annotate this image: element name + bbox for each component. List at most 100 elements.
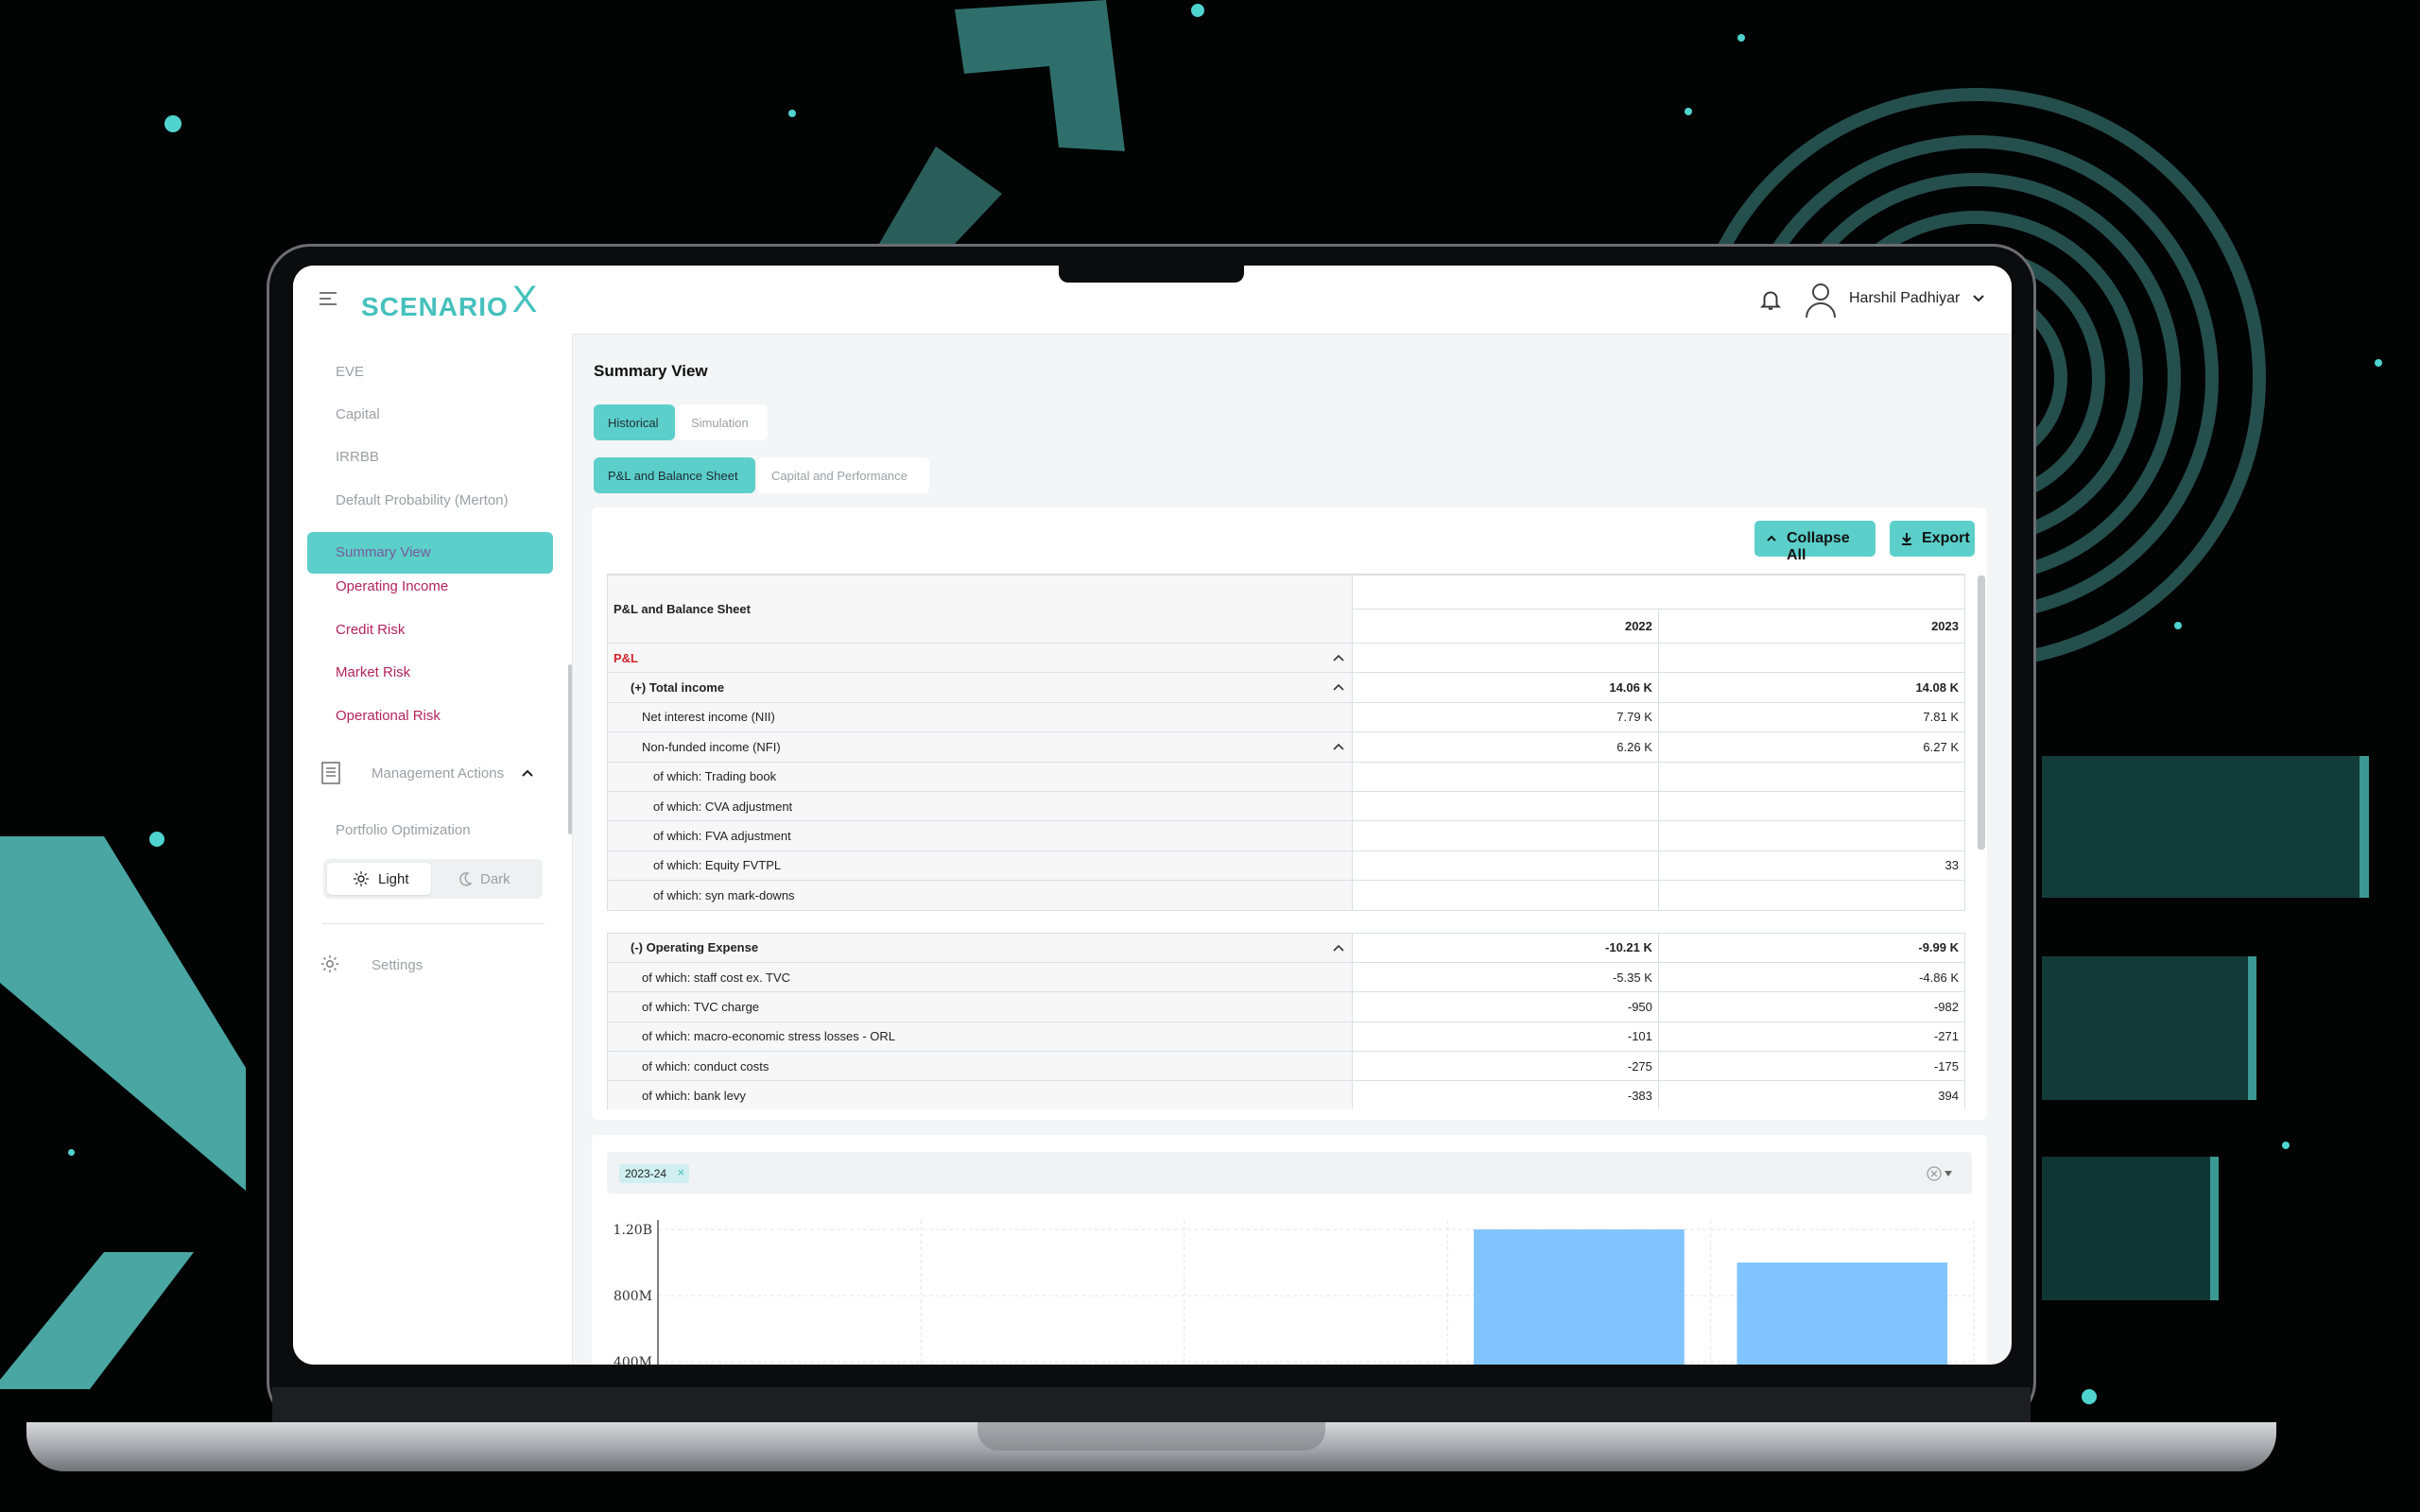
- export-label: Export: [1922, 530, 1970, 546]
- pl-table-container[interactable]: P&L and Balance Sheet 2022 2023 P&L (+) …: [607, 574, 1965, 1109]
- user-name[interactable]: Harshil Padhiyar: [1849, 290, 1960, 307]
- sidebar-item-operating-income[interactable]: Operating Income: [336, 578, 448, 594]
- theme-light-label: Light: [378, 871, 409, 887]
- table-row: Net interest income (NII) 7.79 K 7.81 K: [607, 701, 1965, 733]
- sun-icon: [354, 871, 369, 886]
- sidebar-scrollbar[interactable]: [568, 664, 572, 834]
- table-header-span: [1351, 575, 1965, 610]
- row-label: Net interest income (NII): [607, 701, 1353, 733]
- year-filter-select[interactable]: 2023-24 ×: [607, 1152, 1972, 1194]
- theme-light-option[interactable]: Light: [327, 863, 431, 895]
- row-label: of which: Equity FVTPL: [607, 850, 1353, 882]
- theme-toggle: Light Dark: [323, 859, 543, 899]
- chevron-up-icon[interactable]: [1333, 653, 1344, 662]
- y-tick-label: 400M: [614, 1355, 652, 1365]
- sidebar-item-label: Summary View: [336, 544, 431, 560]
- tab-simulation[interactable]: Simulation: [677, 404, 768, 440]
- table-row: (-) Operating Expense -10.21 K -9.99 K: [607, 932, 1965, 963]
- cell-2022: 7.79 K: [1351, 701, 1659, 733]
- year-header: 2023: [1657, 609, 1965, 644]
- table-header-title: P&L and Balance Sheet: [607, 575, 1353, 644]
- decor-dot: [164, 115, 182, 132]
- logo-mark: X: [511, 279, 539, 320]
- cell-2022: -950: [1351, 991, 1659, 1022]
- collapse-all-button[interactable]: Collapse All: [1754, 521, 1876, 563]
- table-row: of which: TVC charge -950 -982: [607, 991, 1965, 1022]
- cell-2022: [1351, 880, 1659, 911]
- export-button[interactable]: Export: [1890, 521, 1975, 557]
- table-row: of which: syn mark-downs: [607, 880, 1965, 911]
- download-icon: [1902, 533, 1911, 545]
- sidebar-item-default-probability[interactable]: Default Probability (Merton): [336, 492, 509, 508]
- cell-2023: 6.27 K: [1657, 731, 1965, 763]
- chip-close-icon[interactable]: ×: [677, 1165, 684, 1179]
- sidebar-item-portfolio-optimization[interactable]: Portfolio Optimization: [336, 822, 471, 838]
- cell-2022: -383: [1351, 1080, 1659, 1109]
- sidebar-settings[interactable]: Settings: [372, 957, 423, 973]
- cell-2023: -4.86 K: [1657, 961, 1965, 993]
- sidebar-item-credit-risk[interactable]: Credit Risk: [336, 622, 405, 638]
- table-row: of which: staff cost ex. TVC -5.35 K -4.…: [607, 961, 1965, 993]
- sidebar-item-operational-risk[interactable]: Operational Risk: [336, 708, 441, 724]
- cell-2023: -175: [1657, 1051, 1965, 1082]
- theme-dark-option[interactable]: Dark: [435, 863, 539, 895]
- moon-icon: [459, 872, 473, 886]
- chevron-up-icon[interactable]: [520, 765, 535, 781]
- chart-card: 2023-24 × 1.20B 800M 400M: [592, 1135, 1987, 1365]
- cell-2023: -982: [1657, 991, 1965, 1022]
- cell-2022: [1351, 790, 1659, 822]
- row-label: of which: TVC charge: [607, 991, 1353, 1022]
- chevron-up-icon: [1767, 535, 1776, 541]
- row-label-text: P&L: [614, 650, 638, 665]
- sidebar-item-market-risk[interactable]: Market Risk: [336, 664, 410, 680]
- y-tick-label: 800M: [614, 1289, 652, 1304]
- chevron-up-icon[interactable]: [1333, 682, 1344, 692]
- table-row: Non-funded income (NFI) 6.26 K 6.27 K: [607, 731, 1965, 763]
- chevron-up-icon[interactable]: [1333, 943, 1344, 953]
- table-row: of which: Equity FVTPL 33: [607, 850, 1965, 882]
- menu-icon[interactable]: [320, 292, 337, 305]
- table-scrollbar[interactable]: [1978, 576, 1985, 850]
- table-spacer: [607, 910, 1965, 934]
- cell-2023: [1657, 880, 1965, 911]
- dropdown-arrow-icon[interactable]: [1944, 1170, 1953, 1177]
- tab-historical[interactable]: Historical: [594, 404, 675, 440]
- chart-bar[interactable]: [1474, 1229, 1685, 1365]
- row-label: of which: bank levy: [607, 1080, 1353, 1109]
- row-label: of which: syn mark-downs: [607, 880, 1353, 911]
- table-row: of which: macro-economic stress losses -…: [607, 1021, 1965, 1053]
- cell-2022: -10.21 K: [1351, 932, 1659, 963]
- sidebar-item-eve[interactable]: EVE: [336, 364, 364, 380]
- chevron-up-icon[interactable]: [1333, 742, 1344, 751]
- sidebar-item-irrbb[interactable]: IRRBB: [336, 449, 379, 465]
- sidebar-item-capital[interactable]: Capital: [336, 406, 380, 422]
- bell-icon[interactable]: [1758, 286, 1783, 313]
- decor-dot: [2174, 622, 2182, 629]
- sidebar-item-summary-view[interactable]: Summary View: [307, 532, 553, 574]
- filter-chip-label: 2023-24: [625, 1167, 667, 1180]
- collapse-all-label: Collapse All: [1787, 530, 1850, 563]
- row-label: Non-funded income (NFI): [607, 731, 1353, 763]
- decor-dot: [1685, 108, 1692, 115]
- decor-dot: [149, 832, 164, 847]
- tab-capital-performance[interactable]: Capital and Performance: [757, 457, 929, 493]
- sidebar-management-actions[interactable]: Management Actions: [372, 765, 504, 782]
- row-label: of which: FVA adjustment: [607, 820, 1353, 851]
- clear-icon[interactable]: [1927, 1166, 1942, 1181]
- row-label: of which: CVA adjustment: [607, 790, 1353, 822]
- cell-2023: [1657, 642, 1965, 674]
- cell-2023: 33: [1657, 850, 1965, 882]
- decor-dot: [1191, 4, 1204, 17]
- bar-chart: 1.20B 800M 400M: [614, 1220, 1975, 1365]
- gear-icon: [320, 954, 339, 973]
- table-row: of which: conduct costs -275 -175: [607, 1051, 1965, 1082]
- cell-2022: [1351, 761, 1659, 792]
- cell-2023: 394: [1657, 1080, 1965, 1109]
- table-row: P&L: [607, 642, 1965, 674]
- tab-pl-balance-sheet[interactable]: P&L and Balance Sheet: [594, 457, 755, 493]
- user-avatar-icon[interactable]: [1804, 281, 1838, 318]
- app-logo: SCENARIO X: [361, 279, 538, 325]
- cell-2023: -271: [1657, 1021, 1965, 1053]
- chevron-down-icon[interactable]: [1970, 290, 1987, 307]
- chart-bar[interactable]: [1737, 1263, 1948, 1365]
